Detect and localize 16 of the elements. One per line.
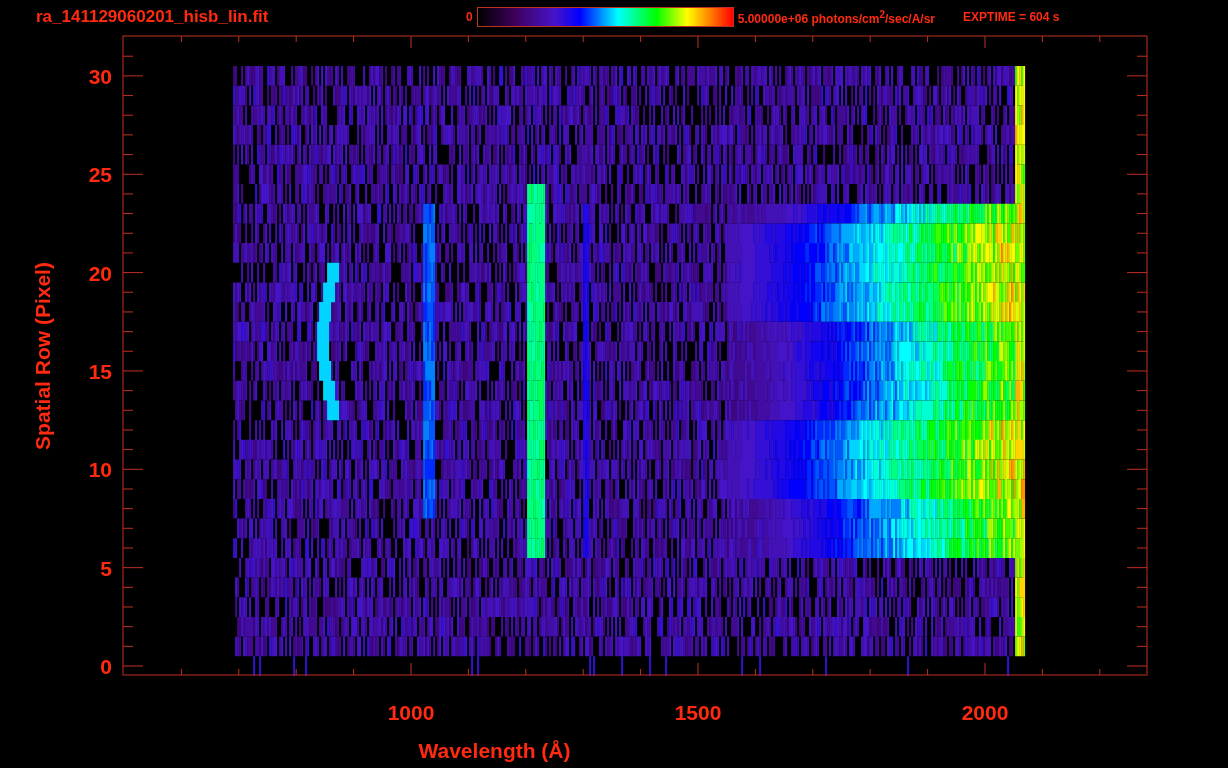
y-tick-label: 15 (88, 359, 112, 383)
x-tick-label: 1500 (674, 701, 722, 724)
colorbar-min-label: 0 (466, 10, 473, 24)
y-tick-label: 0 (100, 655, 112, 678)
y-tick-label: 30 (88, 64, 112, 88)
y-tick-label: 20 (88, 261, 112, 285)
x-tick-label: 2000 (961, 701, 1009, 724)
y-axis-label: Spatial Row (Pixel) (31, 262, 54, 450)
y-tick-label: 5 (100, 556, 112, 580)
exposure-time: EXPTIME = 604 s (963, 10, 1060, 24)
colorbar-max-label: 5.00000e+06 photons/cm$^{2}$/sec/A/sr (737, 8, 936, 26)
x-tick-label: 1000 (387, 701, 435, 724)
y-tick-label: 10 (88, 458, 112, 482)
x-axis-label: Wavelength (Å) (418, 739, 571, 762)
file-title: ra_141129060201_hisb_lin.fit (36, 7, 270, 27)
y-tick-label: 25 (88, 163, 112, 187)
